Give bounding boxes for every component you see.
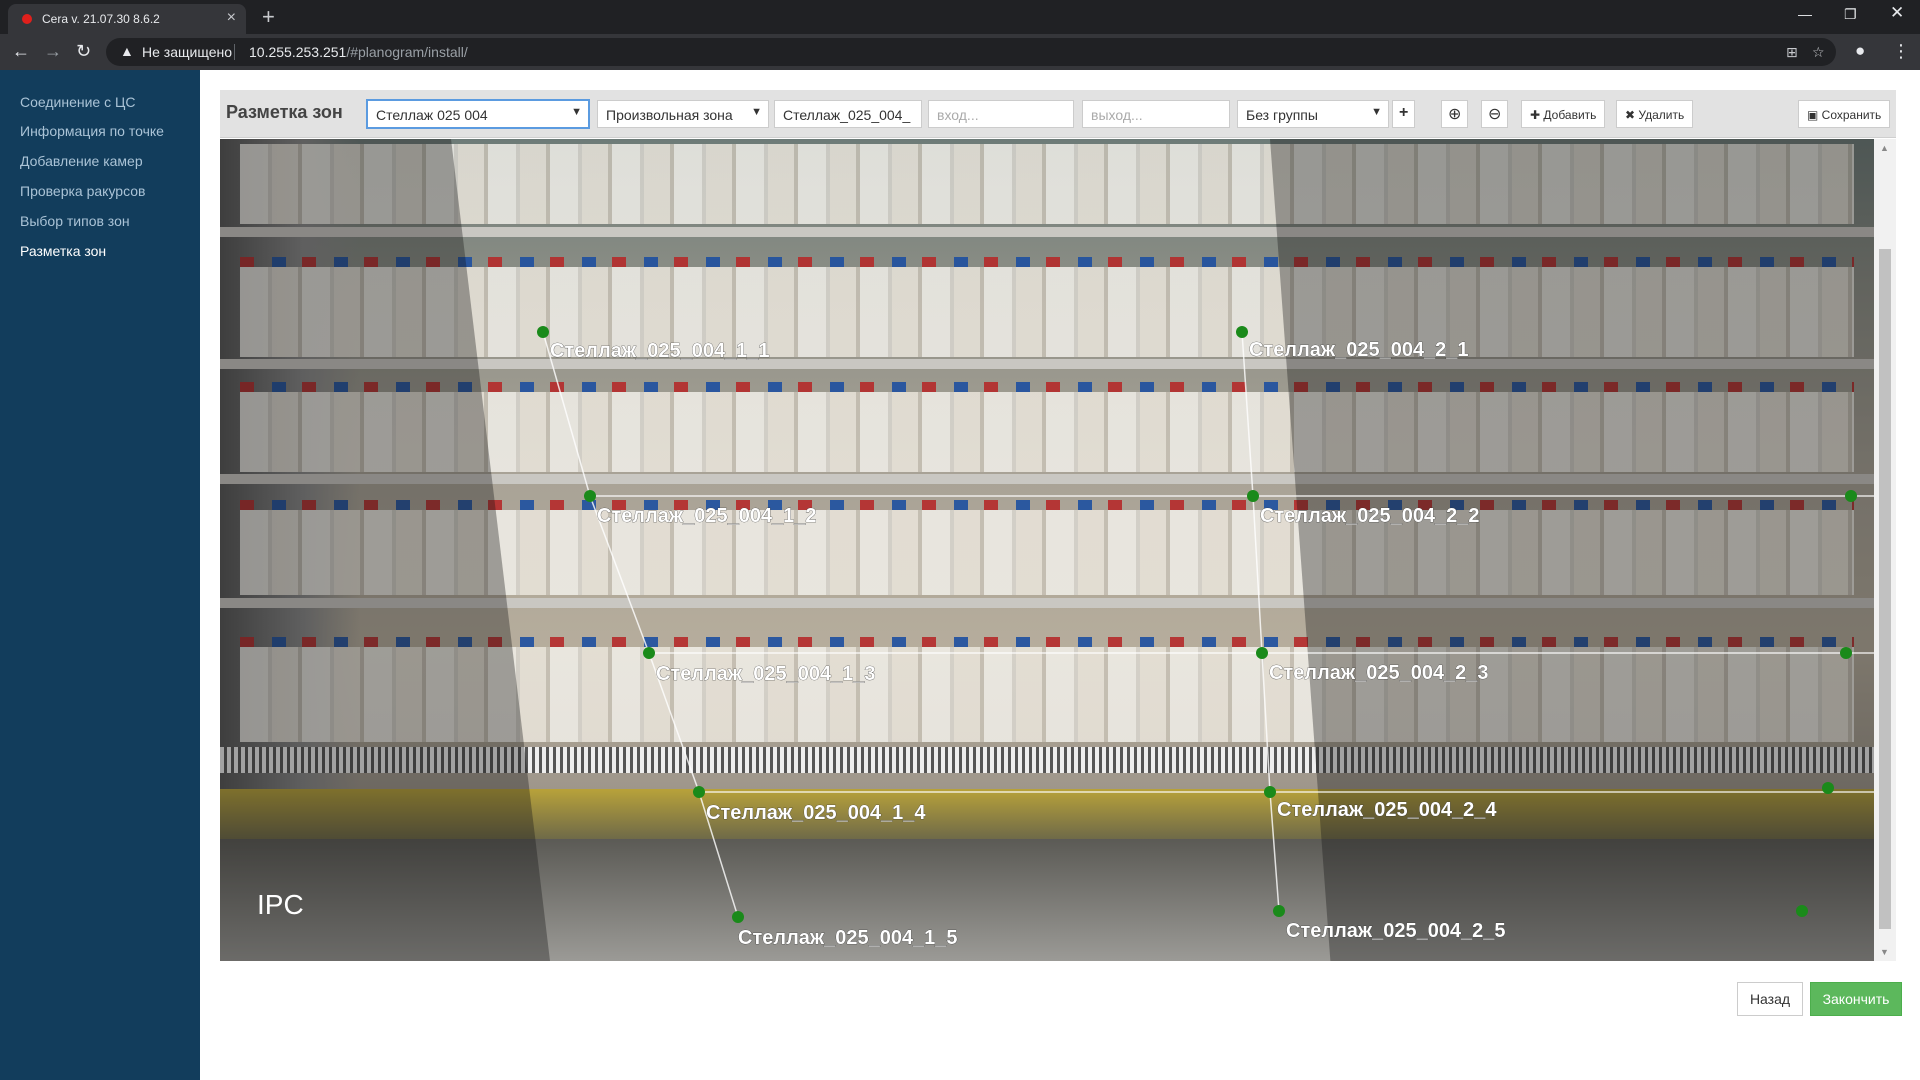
zone-type-value: Произвольная зона — [606, 107, 733, 123]
zone-label: Стеллаж_025_004_1_5 — [738, 927, 958, 949]
profile-icon[interactable]: ● — [1855, 41, 1865, 61]
zone-vertex[interactable] — [584, 490, 596, 502]
delete-zone-button[interactable]: ✖ Удалить — [1616, 100, 1694, 128]
exit-input[interactable]: выход... — [1082, 100, 1230, 128]
warning-icon: ▲ — [120, 43, 134, 59]
security-label[interactable]: Не защищено — [142, 44, 232, 60]
favicon-icon — [22, 14, 32, 24]
zone-label: Стеллаж_025_004_1_1 — [550, 340, 770, 362]
url-path: /#planogram/install/ — [346, 44, 468, 60]
close-tab-icon[interactable]: × — [227, 9, 236, 27]
camera-view[interactable]: Стеллаж_025_004_1_1 Стеллаж_025_004_1_2 … — [220, 139, 1874, 961]
forward-arrow-icon[interactable]: → — [44, 41, 62, 62]
restore-icon[interactable]: ❐ — [1844, 6, 1857, 23]
scroll-down-icon[interactable]: ▼ — [1880, 947, 1889, 957]
sidebar-item-point-info[interactable]: Информация по точке — [20, 123, 164, 139]
sidebar-item-check-angles[interactable]: Проверка ракурсов — [20, 183, 145, 199]
save-button[interactable]: ▣ Сохранить — [1798, 100, 1891, 128]
add-group-button[interactable]: + — [1392, 100, 1416, 128]
zone-label: Стеллаж_025_004_2_2 — [1260, 505, 1480, 527]
zone-vertex[interactable] — [1796, 905, 1808, 917]
minimize-icon[interactable]: — — [1798, 6, 1812, 22]
tab-title: Cera v. 21.07.30 8.6.2 — [42, 12, 160, 26]
close-window-icon[interactable]: ✕ — [1890, 3, 1904, 23]
chevron-down-icon: ▼ — [751, 106, 762, 118]
scroll-thumb[interactable] — [1879, 249, 1891, 929]
zone-name-input[interactable]: Стеллаж_025_004_ — [774, 100, 922, 128]
zone-label: Стеллаж_025_004_1_4 — [706, 802, 926, 824]
browser-tab[interactable]: Cera v. 21.07.30 8.6.2 × — [8, 4, 246, 34]
sidebar: Соединение с ЦС Информация по точке Доба… — [0, 70, 200, 1080]
zone-label: Стеллаж_025_004_1_2 — [597, 505, 817, 527]
zone-boundary-left — [542, 331, 739, 918]
zone-type-select[interactable]: Произвольная зона ▼ — [597, 100, 769, 128]
zone-label: Стеллаж_025_004_2_3 — [1269, 662, 1489, 684]
browser-toolbar: ← → ↻ ▲ Не защищено 10.255.253.251/#plan… — [0, 34, 1920, 70]
camera-scrollbar[interactable]: ▲ ▼ — [1874, 139, 1896, 961]
url-host: 10.255.253.251 — [249, 44, 347, 60]
zone-label: Стеллаж_025_004_2_1 — [1249, 339, 1469, 361]
translate-icon[interactable]: ⊞ — [1786, 44, 1798, 61]
camera-watermark: IPC — [257, 889, 304, 920]
zone-labels: Стеллаж_025_004_1_1 Стеллаж_025_004_1_2 … — [550, 339, 1506, 950]
chevron-down-icon: ▼ — [571, 106, 582, 118]
entry-input[interactable]: вход... — [928, 100, 1074, 128]
zone-vertex[interactable] — [1256, 647, 1268, 659]
zone-vertex[interactable] — [643, 647, 655, 659]
browser-tabstrip: Cera v. 21.07.30 8.6.2 × + — ❐ ✕ — [0, 0, 1920, 34]
url-text[interactable]: 10.255.253.251/#planogram/install/ — [249, 44, 468, 60]
add-zone-button[interactable]: ✚ Добавить — [1521, 100, 1606, 128]
reload-icon[interactable]: ↻ — [76, 41, 91, 62]
save-icon: ▣ — [1807, 108, 1822, 122]
zoom-out-icon: ⊖ — [1488, 106, 1502, 123]
sidebar-item-connection[interactable]: Соединение с ЦС — [20, 94, 135, 110]
url-separator — [234, 44, 235, 60]
zone-vertex[interactable] — [1247, 490, 1259, 502]
group-select[interactable]: Без группы ▼ — [1237, 100, 1389, 128]
scroll-up-icon[interactable]: ▲ — [1880, 143, 1889, 153]
group-select-value: Без группы — [1246, 107, 1318, 123]
plus-icon: ✚ — [1530, 108, 1544, 122]
zoom-out-button[interactable]: ⊖ — [1481, 100, 1509, 128]
new-tab-icon[interactable]: + — [262, 4, 275, 30]
save-label: Сохранить — [1821, 108, 1882, 122]
rack-select[interactable]: Стеллаж 025 004 ▼ — [366, 99, 590, 129]
delete-label: Удалить — [1638, 108, 1685, 122]
back-button[interactable]: Назад — [1737, 982, 1803, 1016]
zone-vertex[interactable] — [537, 326, 549, 338]
zone-label: Стеллаж_025_004_1_3 — [656, 663, 876, 685]
rack-select-value: Стеллаж 025 004 — [376, 107, 488, 123]
zone-vertex[interactable] — [1273, 905, 1285, 917]
back-arrow-icon[interactable]: ← — [12, 41, 30, 62]
zones-overlay[interactable]: Стеллаж_025_004_1_1 Стеллаж_025_004_1_2 … — [220, 139, 1874, 961]
zoom-in-button[interactable]: ⊕ — [1441, 100, 1469, 128]
chevron-down-icon: ▼ — [1371, 106, 1382, 118]
zone-vertex[interactable] — [693, 786, 705, 798]
sidebar-item-zone-markup[interactable]: Разметка зон — [20, 243, 106, 259]
menu-dots-icon[interactable]: ⋮ — [1892, 41, 1910, 62]
zone-label: Стеллаж_025_004_2_4 — [1277, 799, 1497, 821]
plus-icon: + — [1399, 104, 1409, 121]
zone-vertex[interactable] — [1822, 782, 1834, 794]
zone-boundaries — [542, 331, 1874, 918]
page-title: Разметка зон — [226, 102, 343, 122]
zoom-in-icon: ⊕ — [1448, 106, 1462, 123]
zone-vertex[interactable] — [1840, 647, 1852, 659]
zone-vertex[interactable] — [1845, 490, 1857, 502]
zone-vertices[interactable] — [537, 326, 1857, 923]
zone-vertex[interactable] — [1264, 786, 1276, 798]
sidebar-item-add-cameras[interactable]: Добавление камер — [20, 153, 143, 169]
zone-label: Стеллаж_025_004_2_5 — [1286, 920, 1506, 942]
zone-boundary-middle — [1241, 331, 1280, 912]
zone-vertex[interactable] — [732, 911, 744, 923]
address-bar[interactable]: ▲ Не защищено 10.255.253.251/#planogram/… — [106, 38, 1836, 66]
add-label: Добавить — [1543, 108, 1597, 122]
close-icon: ✖ — [1625, 108, 1639, 122]
zone-vertex[interactable] — [1236, 326, 1248, 338]
sidebar-item-zone-types[interactable]: Выбор типов зон — [20, 213, 130, 229]
bookmark-star-icon[interactable]: ☆ — [1812, 44, 1825, 61]
main-content: Разметка зон Стеллаж 025 004 ▼ Произволь… — [200, 70, 1920, 1080]
finish-button[interactable]: Закончить — [1810, 982, 1902, 1016]
zone-toolbar: Разметка зон Стеллаж 025 004 ▼ Произволь… — [220, 90, 1896, 138]
